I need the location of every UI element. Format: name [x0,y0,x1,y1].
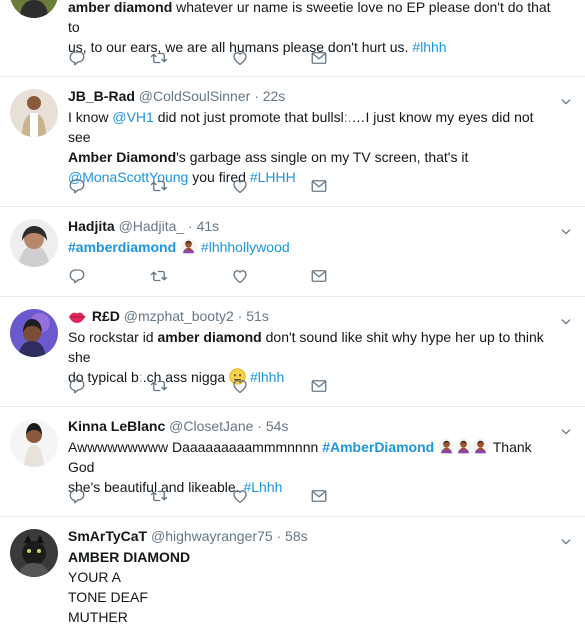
retweet-icon[interactable] [150,377,170,397]
avatar[interactable] [10,89,58,137]
tweet-header: Hadjita @Hadjita_ · 41s [68,217,557,235]
reply-icon[interactable] [68,487,88,507]
tweet-text: #amberdiamond #lhhhollywood [68,237,557,257]
username[interactable]: @highwayranger75 [151,528,273,544]
hashtag-link[interactable]: #lhhh [250,369,284,385]
woman-shrugging-icon [455,438,472,455]
username[interactable]: @mzphat_booty2 [124,308,234,324]
tweet-header: Kinna LeBlanc @ClosetJane · 54s [68,417,557,435]
mention-link[interactable]: @VH1 [112,109,153,125]
chevron-down-icon[interactable] [561,224,571,234]
hashtag-link[interactable]: #LHHH [250,169,296,185]
timestamp[interactable]: · 58s [277,528,308,544]
hashtag-link[interactable]: #lhhhollywood [201,239,290,255]
chevron-down-icon[interactable] [561,314,571,324]
message-icon[interactable] [310,267,330,287]
tweet[interactable]: JB_B-Rad @ColdSoulSinner · 22s I know @V… [0,77,585,207]
highlight-term: Amber Diamond [68,149,177,165]
highlight-term: amber diamond [68,0,173,15]
tweet[interactable]: Hadjita @Hadjita_ · 41s #amberdiamond #l… [0,207,585,297]
like-icon[interactable] [231,267,251,287]
woman-shrugging-icon [438,438,455,455]
tweet-header: SmArTyCaT @highwayranger75 · 58s [68,527,557,545]
highlight-term: amber diamond [157,329,262,345]
username[interactable]: @Hadjita_ [119,218,185,234]
like-icon[interactable] [231,49,251,69]
retweet-icon[interactable] [150,487,170,507]
message-icon[interactable] [310,49,330,69]
hashtag-link[interactable]: #AmberDiamond [322,439,434,455]
lips-icon [68,310,88,324]
display-name[interactable]: SmArTyCaT [68,528,147,544]
chevron-down-icon[interactable] [561,424,571,434]
tweet-text: I know @VH1 did not just promote that bu… [68,109,534,185]
tweet[interactable]: R£D @mzphat_booty2 · 51s So rockstar id … [0,297,585,407]
like-icon[interactable] [231,377,251,397]
tweet[interactable]: amber diamond whatever ur name is sweeti… [0,0,585,77]
timestamp[interactable]: · 22s [254,88,285,104]
woman-shrugging-icon [472,438,489,455]
display-name[interactable]: Hadjita [68,218,115,234]
reply-icon[interactable] [68,177,88,197]
retweet-icon[interactable] [150,177,170,197]
avatar[interactable] [10,419,58,467]
avatar[interactable] [10,529,58,577]
woman-shrugging-icon [180,238,197,255]
tweet-header: JB_B-Rad @ColdSoulSinner · 22s [68,87,557,105]
reply-icon[interactable] [68,267,88,287]
reply-icon[interactable] [68,49,88,69]
timestamp[interactable]: · 54s [257,418,288,434]
message-icon[interactable] [310,177,330,197]
username[interactable]: @ClosetJane [169,418,253,434]
username[interactable]: @ColdSoulSinner [139,88,251,104]
tweet[interactable]: SmArTyCaT @highwayranger75 · 58s AMBER D… [0,517,585,625]
timestamp[interactable]: · 41s [188,218,219,234]
tweet[interactable]: Kinna LeBlanc @ClosetJane · 54s Awwwwwww… [0,407,585,517]
display-name[interactable]: Kinna LeBlanc [68,418,165,434]
message-icon[interactable] [310,487,330,507]
retweet-icon[interactable] [150,267,170,287]
avatar[interactable] [10,0,58,18]
like-icon[interactable] [231,487,251,507]
retweet-icon[interactable] [150,49,170,69]
chevron-down-icon[interactable] [561,534,571,544]
highlight-term: AMBER DIAMOND [68,549,191,565]
display-name[interactable]: R£D [92,308,120,324]
like-icon[interactable] [231,177,251,197]
tweet-header: R£D @mzphat_booty2 · 51s [68,307,557,325]
avatar[interactable] [10,309,58,357]
hashtag-link[interactable]: #amberdiamond [68,239,176,255]
tweet-text: AMBER DIAMOND YOUR A TONE DEAF MUTHER [68,549,191,625]
avatar[interactable] [10,219,58,267]
chevron-down-icon[interactable] [561,94,571,104]
hashtag-link[interactable]: #lhhh [412,39,446,55]
reply-icon[interactable] [68,377,88,397]
display-name[interactable]: JB_B-Rad [68,88,135,104]
tweet-feed: amber diamond whatever ur name is sweeti… [0,0,585,625]
timestamp[interactable]: · 51s [238,308,269,324]
message-icon[interactable] [310,377,330,397]
